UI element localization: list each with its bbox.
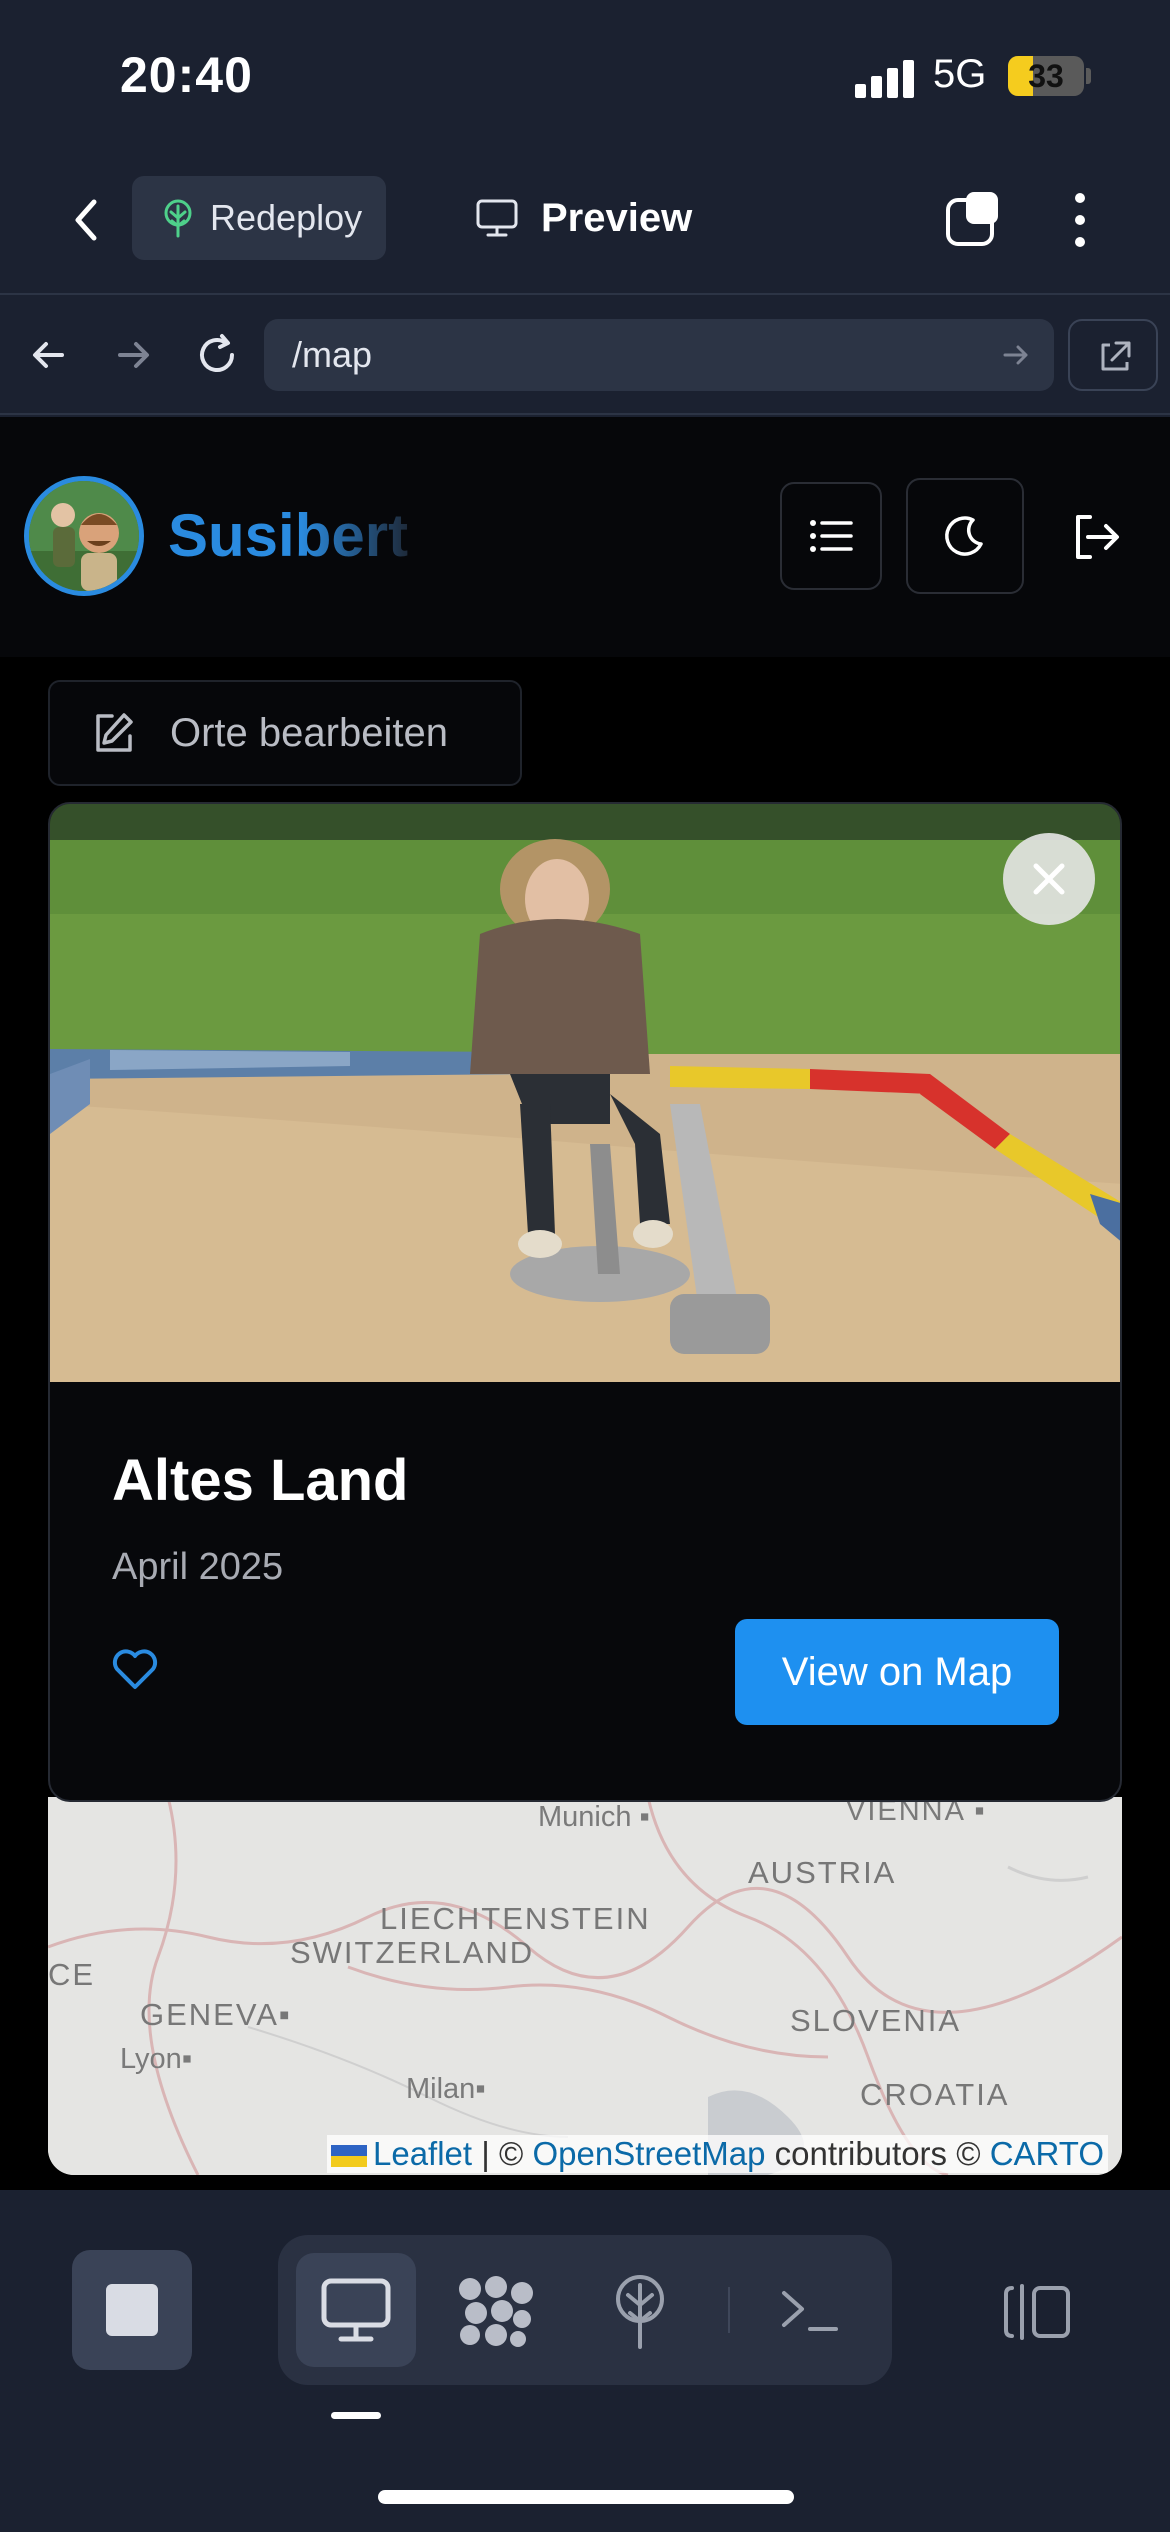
ukraine-flag-icon: [330, 2145, 367, 2168]
stop-icon: [106, 2284, 158, 2336]
tree-icon: [164, 199, 192, 238]
map-label-france: CE: [48, 1957, 96, 1992]
grid-icon[interactable]: [456, 2275, 536, 2352]
stop-button[interactable]: [72, 2250, 192, 2370]
map-attribution: Leaflet | © OpenStreetMap contributors ©…: [326, 2135, 1108, 2173]
monitor-icon: [476, 199, 518, 237]
edit-places-button[interactable]: Orte bearbeiten: [48, 680, 522, 786]
edit-icon: [96, 713, 133, 752]
map-view[interactable]: Munich ▪ VIENNA ▪ AUSTRIA LIECHTENSTEIN …: [48, 1797, 1122, 2175]
edit-places-label: Orte bearbeiten: [170, 710, 448, 755]
status-bar: 20:40 5G 33: [0, 0, 1170, 150]
map-label-lyon: Lyon▪: [120, 2043, 193, 2075]
more-vertical-icon[interactable]: [1060, 188, 1100, 252]
map-label-slovenia: SLOVENIA: [790, 2003, 962, 2038]
reload-icon[interactable]: [192, 330, 242, 380]
carto-link[interactable]: CARTO: [990, 2135, 1104, 2172]
leaflet-link[interactable]: Leaflet: [373, 2135, 472, 2172]
monitor-icon: [321, 2278, 391, 2342]
place-card: Altes Land April 2025 View on Map: [48, 802, 1122, 1802]
network-type: 5G: [933, 52, 987, 96]
browser-bar: /map: [0, 297, 1170, 415]
bottom-dock: [0, 2190, 1170, 2532]
battery-nub: [1086, 68, 1091, 84]
active-tab-indicator: [331, 2412, 381, 2419]
battery-icon: 33: [1008, 56, 1084, 96]
map-label-milan: Milan▪: [406, 2073, 486, 2105]
map-label-croatia: CROATIA: [860, 2077, 1010, 2112]
map-label-munich: Munich ▪: [538, 1801, 650, 1833]
web-page: Susibert Orte bearbeiten Munich ▪ VIENNA…: [0, 417, 1170, 2190]
close-button[interactable]: [1003, 833, 1095, 925]
url-text: /map: [292, 334, 373, 375]
site-header: Susibert: [0, 417, 1170, 657]
redeploy-button[interactable]: Redeploy: [132, 176, 386, 260]
app-toolbar: Redeploy Preview: [0, 150, 1170, 295]
go-arrow-icon[interactable]: [1000, 339, 1032, 371]
tabs-icon[interactable]: [944, 188, 1004, 248]
list-icon: [810, 520, 853, 552]
moon-icon: [945, 516, 983, 556]
heart-icon[interactable]: [110, 1644, 160, 1694]
preview-label: Preview: [541, 195, 693, 240]
chevron-left-icon[interactable]: [62, 190, 112, 250]
list-button[interactable]: [780, 482, 882, 590]
map-label-switzerland: SWITZERLAND: [290, 1935, 535, 1970]
theme-toggle[interactable]: [906, 478, 1024, 594]
avatar[interactable]: [24, 476, 144, 596]
map-label-geneva: GENEVA▪: [140, 1997, 292, 2032]
close-icon: [1033, 863, 1065, 895]
deploy-tree-icon[interactable]: [610, 2273, 670, 2354]
redeploy-label: Redeploy: [210, 197, 363, 238]
osm-link[interactable]: OpenStreetMap: [532, 2135, 765, 2172]
map-label-liechtenstein: LIECHTENSTEIN: [380, 1901, 651, 1936]
signal-icon: [855, 58, 915, 98]
status-time: 20:40: [120, 47, 253, 103]
preview-tab[interactable]: Preview: [475, 186, 692, 250]
logout-icon[interactable]: [1068, 509, 1124, 565]
split-view-icon[interactable]: [1002, 2282, 1074, 2347]
place-title: Altes Land: [112, 1448, 409, 1513]
external-link-button[interactable]: [1068, 319, 1158, 391]
external-link-icon: [1101, 341, 1131, 371]
arrow-right-icon[interactable]: [108, 330, 158, 380]
site-brand[interactable]: Susibert: [168, 501, 408, 570]
view-on-map-button[interactable]: View on Map: [735, 1619, 1059, 1725]
terminal-icon[interactable]: [778, 2283, 842, 2342]
separator: [728, 2287, 730, 2333]
place-photo: [50, 804, 1120, 1382]
battery-percent: 33: [1028, 58, 1064, 94]
preview-view-button[interactable]: [296, 2253, 416, 2367]
url-field[interactable]: /map: [264, 319, 1054, 391]
view-switcher: [278, 2235, 892, 2385]
map-label-austria: AUSTRIA: [748, 1855, 897, 1890]
arrow-left-icon[interactable]: [24, 330, 74, 380]
home-indicator: [378, 2490, 794, 2504]
place-date: April 2025: [112, 1546, 284, 1588]
